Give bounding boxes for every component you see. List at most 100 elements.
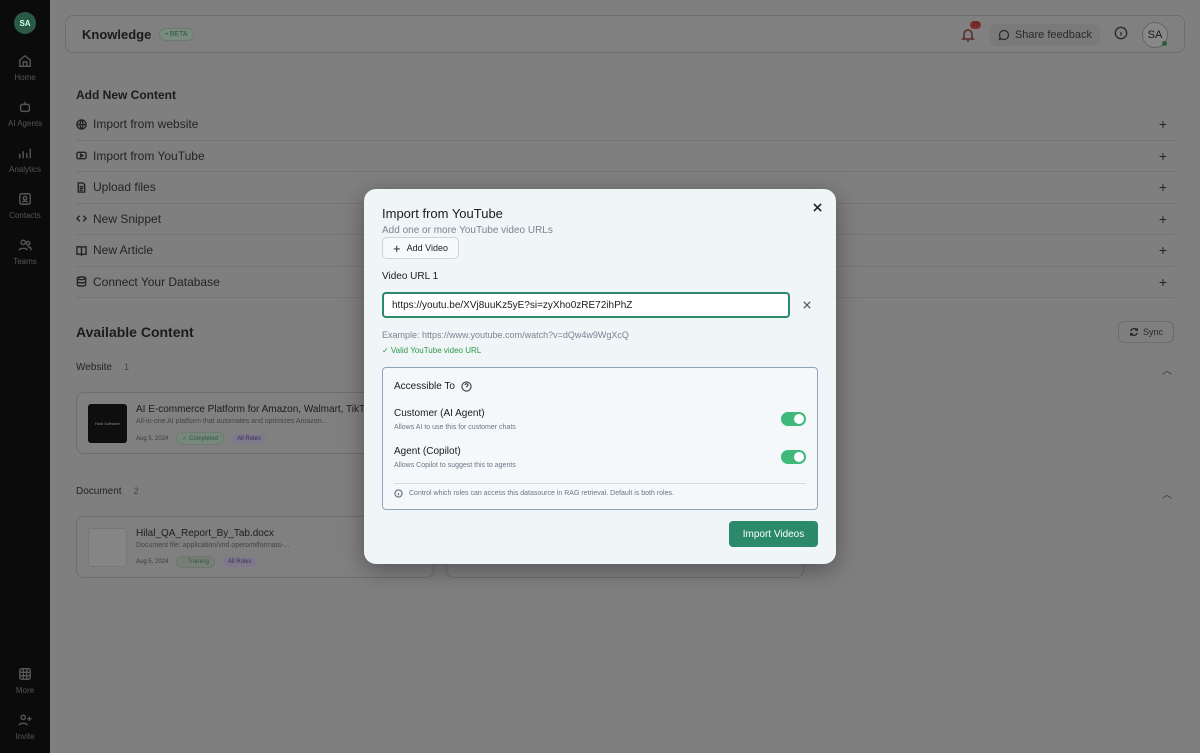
sidebar-item-invite[interactable]: Invite <box>15 713 35 741</box>
row-label: New Snippet <box>93 211 162 226</box>
sidebar-item-more[interactable]: More <box>16 667 34 695</box>
sidebar-item-label: More <box>15 686 35 695</box>
share-feedback-label: Share feedback <box>1014 29 1092 41</box>
plus-icon: + <box>1158 147 1167 164</box>
document-thumbnail <box>88 528 127 567</box>
card-meta: Aug 5, 2024 ✓ Completed All Roles <box>136 432 266 445</box>
group-label: Document <box>76 486 122 497</box>
roles-badge: All Roles <box>222 557 257 567</box>
card-date: Aug 5, 2024 <box>136 435 169 442</box>
page-title: Knowledge <box>82 26 152 42</box>
sidebar-item-label: Contacts <box>9 211 41 220</box>
plus-icon: + <box>1158 116 1167 133</box>
info-icon <box>394 489 403 498</box>
document-group-header[interactable]: Document 2 <box>76 486 139 497</box>
sidebar: SA Home AI Agents Analytics Contacts Tea… <box>0 0 50 753</box>
group-count: 2 <box>133 486 139 496</box>
import-website-row[interactable]: Import from website + <box>76 109 1175 141</box>
sidebar-item-label: Invite <box>15 732 35 741</box>
group-count: 1 <box>123 362 129 372</box>
plus-icon: + <box>1158 179 1167 196</box>
sidebar-item-ai-agents[interactable]: AI Agents <box>8 100 42 128</box>
header-bar: Knowledge • BETA 23 Share feedback SA <box>65 15 1185 53</box>
robot-icon <box>19 101 31 113</box>
user-avatar[interactable]: SA <box>1142 22 1168 48</box>
close-button[interactable] <box>810 200 824 214</box>
customer-ai-agent-toggle[interactable] <box>781 412 806 426</box>
bell-icon <box>961 29 975 42</box>
access-note-text: Control which roles can access this data… <box>409 490 674 497</box>
video-url-input[interactable] <box>382 292 790 318</box>
home-icon <box>19 54 31 67</box>
plus-icon: + <box>1158 210 1167 227</box>
info-icon <box>1114 26 1128 39</box>
chevron-up-icon[interactable]: ︿ <box>1162 362 1172 377</box>
modal-title: Import from YouTube <box>382 206 503 221</box>
import-youtube-row[interactable]: Import from YouTube + <box>76 141 1175 172</box>
card-date: Aug 5, 2024 <box>136 559 169 565</box>
workspace-logo[interactable]: SA <box>14 12 36 34</box>
video-url-label: Video URL 1 <box>382 271 439 282</box>
role-customer-name: Customer (AI Agent) <box>394 408 485 419</box>
card-title: AI E-commerce Platform for Amazon, Walma… <box>136 404 375 415</box>
modal-subtitle: Add one or more YouTube video URLs <box>382 225 553 236</box>
close-icon <box>812 202 822 212</box>
sync-button[interactable]: Sync <box>1117 321 1174 343</box>
sidebar-bottom: More Invite <box>15 649 35 741</box>
avatar-initials: SA <box>1147 29 1163 41</box>
access-note: Control which roles can access this data… <box>394 489 674 498</box>
sidebar-item-contacts[interactable]: Contacts <box>9 192 41 220</box>
chat-bubble-icon <box>998 29 1009 41</box>
sidebar-item-teams[interactable]: Teams <box>13 238 37 266</box>
help-icon[interactable] <box>461 381 472 392</box>
sidebar-item-label: Home <box>14 73 36 82</box>
card-title: Hilal_QA_Report_By_Tab.docx <box>136 528 274 539</box>
accessible-to-label: Accessible To <box>394 381 455 392</box>
plus-icon: + <box>1158 242 1167 259</box>
analytics-icon <box>19 148 31 159</box>
card-subtitle: All-in-one AI platform that automates an… <box>136 418 328 425</box>
globe-icon <box>76 118 87 130</box>
notification-count-badge: 23 <box>970 21 981 29</box>
remove-url-button[interactable] <box>801 299 813 311</box>
beta-badge: • BETA <box>159 27 194 41</box>
row-label: Import from YouTube <box>93 148 205 163</box>
plus-icon: + <box>1158 273 1167 290</box>
chevron-up-icon[interactable]: ︿ <box>1162 486 1172 501</box>
plus-icon: + <box>393 240 401 256</box>
url-example-hint: Example: https://www.youtube.com/watch?v… <box>382 330 629 340</box>
accessible-to-panel: Accessible To Customer (AI Agent) Allows… <box>382 367 818 510</box>
add-video-label: Add Video <box>406 243 448 253</box>
row-label: New Article <box>93 243 154 258</box>
card-meta: Aug 5, 2024 ◌ Training All Roles <box>136 556 257 568</box>
url-valid-message: ✓ Valid YouTube video URL <box>382 346 482 355</box>
divider <box>394 483 806 484</box>
database-icon <box>76 276 87 288</box>
sidebar-item-analytics[interactable]: Analytics <box>9 146 41 174</box>
agent-copilot-toggle[interactable] <box>781 450 806 464</box>
row-label: Connect Your Database <box>93 274 220 289</box>
status-badge: ✓ Completed <box>176 432 225 445</box>
import-videos-button[interactable]: Import Videos <box>729 521 818 547</box>
header-actions: 23 Share feedback SA <box>960 21 1168 48</box>
role-agent-desc: Allows Copilot to suggest this to agents <box>394 462 516 469</box>
refresh-icon <box>1129 328 1138 336</box>
notifications-button[interactable]: 23 <box>960 21 981 43</box>
info-button[interactable] <box>1114 26 1128 45</box>
role-customer-desc: Allows AI to use this for customer chats <box>394 424 516 431</box>
group-label: Website <box>76 362 112 373</box>
teams-icon <box>18 239 32 251</box>
add-video-button[interactable]: + Add Video <box>382 237 459 259</box>
sidebar-item-home[interactable]: Home <box>14 54 36 82</box>
sidebar-item-label: AI Agents <box>7 119 43 128</box>
code-icon <box>76 215 87 222</box>
row-label: Upload files <box>93 180 156 195</box>
row-label: Import from website <box>93 117 199 132</box>
website-group-header[interactable]: Website 1 <box>76 362 129 373</box>
roles-badge: All Roles <box>232 433 266 444</box>
import-youtube-modal: Import from YouTube Add one or more YouT… <box>364 189 836 564</box>
grid-icon <box>19 668 31 680</box>
online-status-dot <box>1162 41 1167 46</box>
share-feedback-button[interactable]: Share feedback <box>989 24 1100 46</box>
role-agent-name: Agent (Copilot) <box>394 446 461 457</box>
